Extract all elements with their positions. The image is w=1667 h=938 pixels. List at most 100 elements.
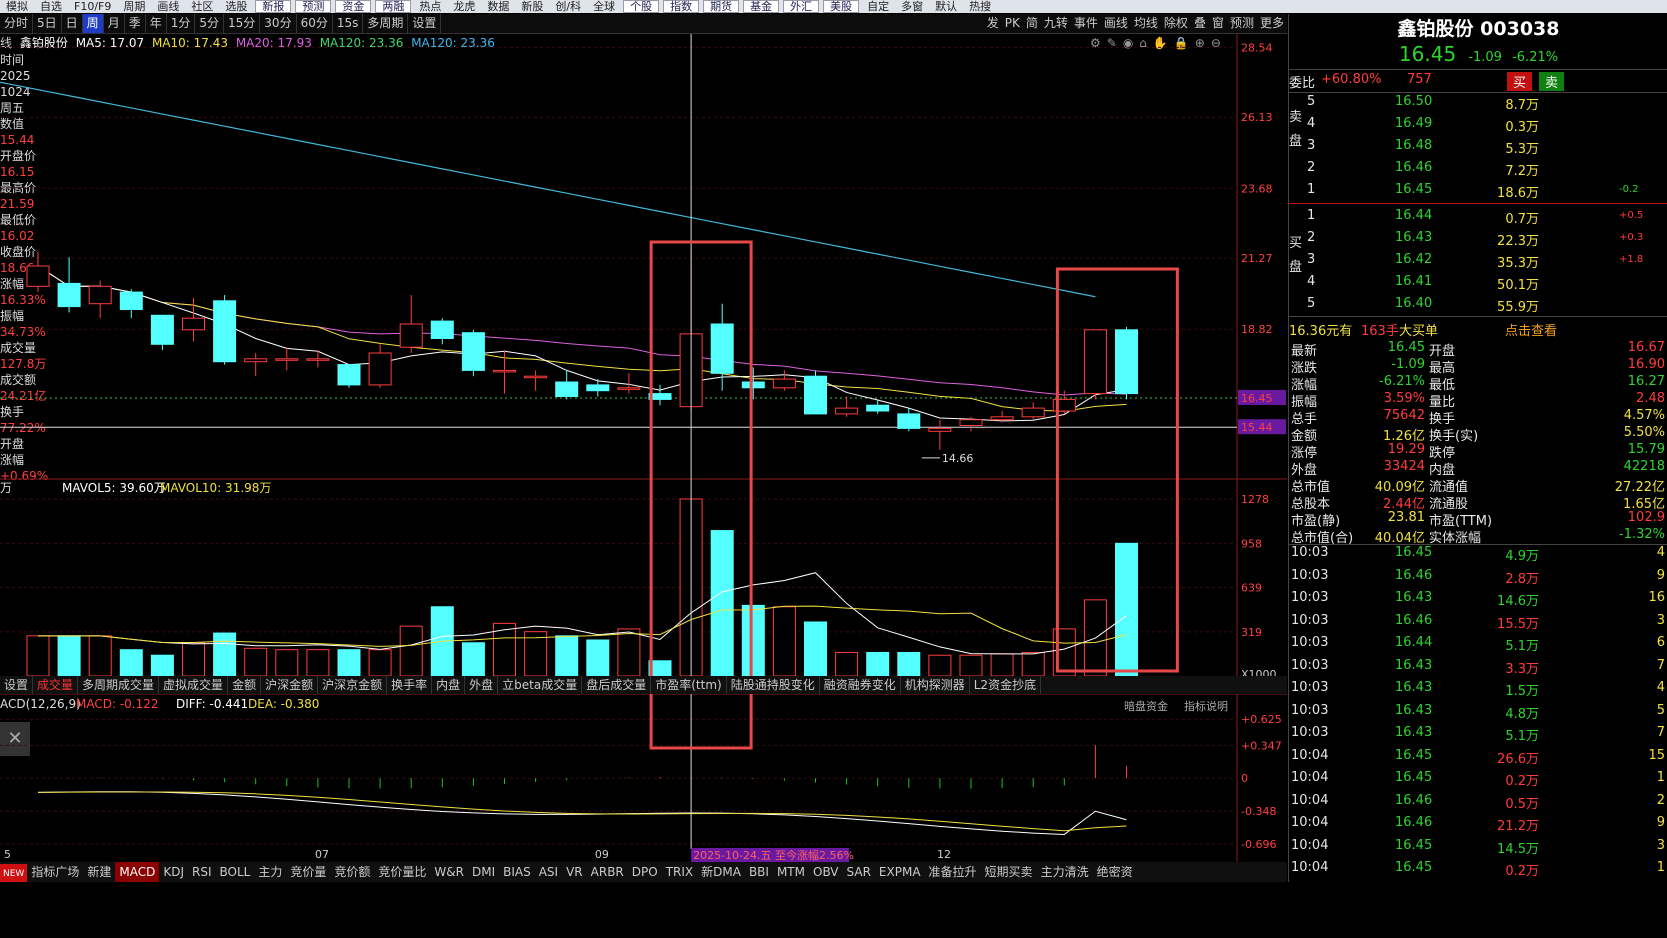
big-order-link[interactable]: 点击查看 xyxy=(1505,320,1557,339)
ask-row: 3 16.48 5.3万 xyxy=(1289,136,1667,158)
candle-down xyxy=(430,320,454,340)
top-menu-item[interactable]: 创/科 xyxy=(555,1,581,12)
formula-tab[interactable]: 新DMA xyxy=(697,862,745,882)
level: 2 xyxy=(1307,230,1316,245)
top-menu-item[interactable]: 美股 xyxy=(823,0,860,13)
indicator-tab[interactable]: 机构探测器 xyxy=(901,676,970,694)
indicator-tab[interactable]: 金额 xyxy=(228,676,262,694)
extra-tab[interactable]: 指标说明 xyxy=(1184,699,1228,713)
formula-tab[interactable]: 主力清洗 xyxy=(1037,862,1093,882)
formula-tab[interactable]: MTM xyxy=(773,862,809,882)
top-menu-item[interactable]: 龙虎 xyxy=(453,1,475,12)
formula-tab[interactable]: 竞价额 xyxy=(330,862,374,882)
indicator-tab[interactable]: L2资金抄底 xyxy=(970,676,1042,694)
candle-down xyxy=(461,332,485,371)
top-menu-item[interactable]: 社区 xyxy=(191,1,213,12)
volume-bar xyxy=(928,654,952,677)
top-menu-item[interactable]: 指数 xyxy=(663,0,700,13)
tick-price: 16.45 xyxy=(1395,545,1433,560)
quote-value: 3.59% xyxy=(1383,391,1425,406)
top-menu-item[interactable]: 数据 xyxy=(487,1,509,12)
indicator-tab[interactable]: 换手率 xyxy=(387,676,433,694)
indicator-tab[interactable]: 设置 xyxy=(0,676,34,694)
top-menu-item[interactable]: 默认 xyxy=(935,1,957,12)
top-menu-item[interactable]: 新股 xyxy=(521,1,543,12)
top-menu-item[interactable]: 外汇 xyxy=(783,0,820,13)
sell-button[interactable]: 卖 xyxy=(1539,72,1565,91)
extra-tab[interactable]: 暗盘资金 xyxy=(1124,699,1168,713)
indicator-tab[interactable]: 盘后成交量 xyxy=(582,676,652,694)
formula-tab[interactable]: DPO xyxy=(628,862,662,882)
top-menu-item[interactable]: 个股 xyxy=(623,0,660,13)
formula-tab[interactable]: SAR xyxy=(843,862,875,882)
indicator-tab[interactable]: 沪深京金额 xyxy=(318,676,388,694)
indicator-tab[interactable]: 沪深金额 xyxy=(261,676,319,694)
volume-bar xyxy=(88,635,112,677)
formula-tab[interactable]: 绝密资 xyxy=(1093,862,1137,882)
indicator-tab[interactable]: 多周期成交量 xyxy=(78,676,160,694)
indicator-tabs: 设置 成交量 多周期成交量 虚拟成交量 金额 沪深金额 沪深京金额 换手率 内盘 外盘 立beta成… xyxy=(0,676,1287,694)
volume-bar xyxy=(1021,651,1045,677)
formula-tab[interactable]: TRIX xyxy=(662,862,697,882)
formula-tab[interactable]: NEW xyxy=(0,864,28,882)
formula-tab[interactable]: 竞价量 xyxy=(286,862,330,882)
formula-tab[interactable]: ASI xyxy=(535,862,562,882)
top-menu-item[interactable]: F10/F9 xyxy=(74,1,111,12)
tick-volume: 0.5万 xyxy=(1505,796,1539,812)
quote-row: 振幅 3.59% 量比 2.48 xyxy=(1289,391,1667,410)
top-menu-item[interactable]: 新报 xyxy=(255,0,292,13)
tick-volume: 5.1万 xyxy=(1505,729,1539,744)
top-menu-item[interactable]: 周期 xyxy=(123,1,145,12)
formula-tab[interactable]: RSI xyxy=(188,862,216,882)
indicator-tab[interactable]: 市盈率(ttm) xyxy=(651,676,727,694)
formula-tab[interactable]: ARBR xyxy=(587,862,628,882)
top-menu-item[interactable]: 热搜 xyxy=(969,1,991,12)
formula-tab[interactable]: OBV xyxy=(809,862,843,882)
formula-tab[interactable]: 短期买卖 xyxy=(981,862,1037,882)
top-menu-item[interactable]: 期货 xyxy=(703,0,740,13)
formula-tab[interactable]: BIAS xyxy=(499,862,535,882)
tick-price: 16.43 xyxy=(1395,590,1433,605)
buy-button[interactable]: 买 xyxy=(1507,72,1533,91)
indicator-tab[interactable]: 融资融券变化 xyxy=(820,676,901,694)
formula-tab[interactable]: BOLL xyxy=(216,862,255,882)
formula-tab[interactable]: 主力 xyxy=(254,862,286,882)
indicator-tab[interactable]: 立beta成交量 xyxy=(498,676,583,694)
top-menu-item[interactable]: 热点 xyxy=(419,1,441,12)
formula-tab[interactable]: W&R xyxy=(430,862,468,882)
formula-tab[interactable]: 竞价量比 xyxy=(374,862,430,882)
indicator-tab[interactable]: 虚拟成交量 xyxy=(159,676,229,694)
kline-chart[interactable]: 28.54 26.13 23.68 21.27 18.82 16.45 15.44 14.66… xyxy=(0,14,1287,862)
top-menu-item[interactable]: 资金 xyxy=(335,0,372,13)
candle-down xyxy=(57,282,81,308)
tick-time: 10:04 xyxy=(1291,792,1329,808)
formula-tab[interactable]: 准备拉升 xyxy=(925,862,981,882)
top-menu-item[interactable]: 选股 xyxy=(225,1,247,12)
top-menu-item[interactable]: 自选 xyxy=(40,1,62,12)
formula-tab[interactable]: MACD xyxy=(115,862,160,882)
formula-tab[interactable]: DMI xyxy=(468,862,499,882)
top-menu-item[interactable]: 两融 xyxy=(375,0,412,13)
indicator-tab[interactable]: 内盘 xyxy=(432,676,466,694)
top-menu-item[interactable]: 画线 xyxy=(157,1,179,12)
formula-tab[interactable]: VR xyxy=(562,862,587,882)
tick-row: 10:04 16.45 0.2万 1 xyxy=(1289,767,1667,789)
formula-tab[interactable]: EXPMA xyxy=(875,862,925,882)
indicator-tab[interactable]: 成交量 xyxy=(33,676,79,694)
quote-row: 涨跌 -1.09 最高 16.90 xyxy=(1289,357,1667,376)
bid-row: 3 16.42 35.3万 +1.8 xyxy=(1289,250,1667,272)
top-menu-item[interactable]: 多窗 xyxy=(901,1,923,12)
formula-tab[interactable]: 指标广场 xyxy=(27,862,83,882)
top-menu-item[interactable]: 自定 xyxy=(867,1,889,12)
vol-axis-label: 639 xyxy=(1241,582,1262,595)
indicator-tab[interactable]: 陆股通持股变化 xyxy=(727,676,820,694)
top-menu-item[interactable]: 预测 xyxy=(295,0,332,13)
top-menu-item[interactable]: 全球 xyxy=(593,1,615,12)
indicator-tab[interactable]: 外盘 xyxy=(465,676,499,694)
top-menu-item[interactable]: 基金 xyxy=(743,0,780,13)
formula-tab[interactable]: 新建 xyxy=(83,862,115,882)
top-menu-item[interactable]: 模拟 xyxy=(6,1,28,12)
formula-tab[interactable]: KDJ xyxy=(159,862,188,882)
formula-tab[interactable]: BBI xyxy=(745,862,773,882)
volume-bar xyxy=(150,654,174,677)
